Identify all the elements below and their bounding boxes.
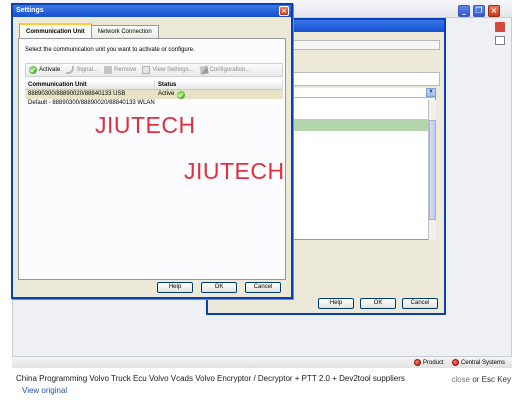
- background-dialog-scrollbar[interactable]: [428, 100, 436, 240]
- tab-communication-unit[interactable]: Communication Unit: [19, 23, 92, 38]
- settings-dialog-buttons: Help OK Cancel: [157, 282, 281, 293]
- minimize-button[interactable]: _: [458, 5, 470, 17]
- activate-button[interactable]: Activate: [29, 66, 60, 74]
- options-icon[interactable]: [495, 36, 505, 45]
- status-cell: [155, 99, 283, 108]
- remove-button[interactable]: Remove: [104, 66, 136, 74]
- restore-button[interactable]: ❐: [473, 5, 485, 17]
- background-dialog-dropdown[interactable]: ▼: [292, 88, 436, 98]
- scrollbar-thumb[interactable]: [429, 120, 436, 220]
- view-settings-button[interactable]: View Settings...: [142, 66, 194, 74]
- column-header-unit[interactable]: Communication Unit: [25, 81, 155, 89]
- signal-label: Signal...: [76, 67, 99, 73]
- image-caption: China Programming Volvo Truck Ecu Volvo …: [16, 374, 405, 383]
- ok-button[interactable]: OK: [360, 298, 396, 309]
- red-dot-icon: [414, 359, 421, 366]
- remove-icon: [104, 66, 113, 74]
- ok-button[interactable]: OK: [201, 282, 237, 293]
- remove-label: Remove: [114, 67, 137, 73]
- help-button[interactable]: Help: [318, 298, 354, 309]
- column-header-status[interactable]: Status: [155, 81, 283, 89]
- instruction-text: Select the communication unit you want t…: [25, 47, 195, 53]
- close-link[interactable]: close: [451, 375, 470, 384]
- close-hint-text: or Esc Key: [472, 375, 511, 384]
- settings-dialog: Settings × Communication Unit Network Co…: [11, 3, 293, 299]
- unit-cell: Default - 88890300/88890020/88840133 WLA…: [28, 100, 155, 106]
- watermark-text: JIUTECH: [95, 112, 196, 138]
- status-item-product: Product: [414, 359, 444, 366]
- help-button[interactable]: Help: [157, 282, 193, 293]
- cancel-button[interactable]: Cancel: [245, 282, 281, 293]
- activate-icon: [29, 66, 37, 74]
- check-icon: [177, 90, 186, 99]
- table-row[interactable]: 88890300/88890020/88840133 USB Active: [25, 90, 283, 99]
- status-label: Central Systems: [461, 359, 506, 366]
- configuration-icon: [198, 65, 209, 75]
- settings-tabs: Communication Unit Network Connection: [19, 23, 159, 38]
- background-dialog-list[interactable]: [292, 88, 436, 240]
- unit-toolbar: Activate Signal... Remove View Settings.…: [25, 63, 283, 77]
- status-text: Active: [158, 91, 175, 97]
- tab-network-connection[interactable]: Network Connection: [90, 25, 159, 38]
- close-window-button[interactable]: ×: [488, 5, 500, 17]
- background-dialog-buttons: Help OK Cancel: [318, 298, 438, 309]
- settings-dialog-title: Settings: [13, 5, 291, 17]
- chevron-down-icon[interactable]: ▼: [426, 88, 436, 97]
- table-row[interactable]: Default - 88890300/88890020/88840133 WLA…: [25, 99, 283, 108]
- status-cell: Active: [155, 90, 283, 99]
- unit-cell: 88890300/88890020/88840133 USB: [28, 91, 126, 97]
- background-dialog-field: [292, 72, 440, 86]
- configuration-button[interactable]: Configuration...: [198, 65, 251, 75]
- status-item-central-systems: Central Systems: [452, 359, 505, 366]
- watermark-text: JIUTECH: [184, 158, 285, 184]
- configuration-label: Configuration...: [209, 67, 251, 73]
- communication-unit-table: Communication Unit Status 88890300/88890…: [25, 81, 283, 108]
- close-icon[interactable]: ×: [279, 6, 289, 16]
- help-icon[interactable]: [495, 22, 505, 32]
- view-settings-icon: [142, 66, 151, 74]
- background-dialog-selected-row[interactable]: [292, 119, 432, 131]
- view-settings-label: View Settings...: [152, 67, 194, 73]
- table-header: Communication Unit Status: [25, 81, 283, 90]
- signal-icon: [66, 66, 75, 74]
- background-dialog-tabstrip: [292, 40, 440, 50]
- close-hint: close or Esc Key: [451, 375, 511, 384]
- signal-button[interactable]: Signal...: [66, 66, 98, 74]
- activate-label: Activate: [39, 67, 61, 73]
- red-dot-icon: [452, 359, 459, 366]
- status-label: Product: [423, 359, 444, 366]
- window-controls: _ ❐ ×: [458, 5, 500, 17]
- status-bar: Product Central Systems: [12, 356, 512, 368]
- cancel-button[interactable]: Cancel: [402, 298, 438, 309]
- view-original-link[interactable]: View original: [22, 386, 67, 395]
